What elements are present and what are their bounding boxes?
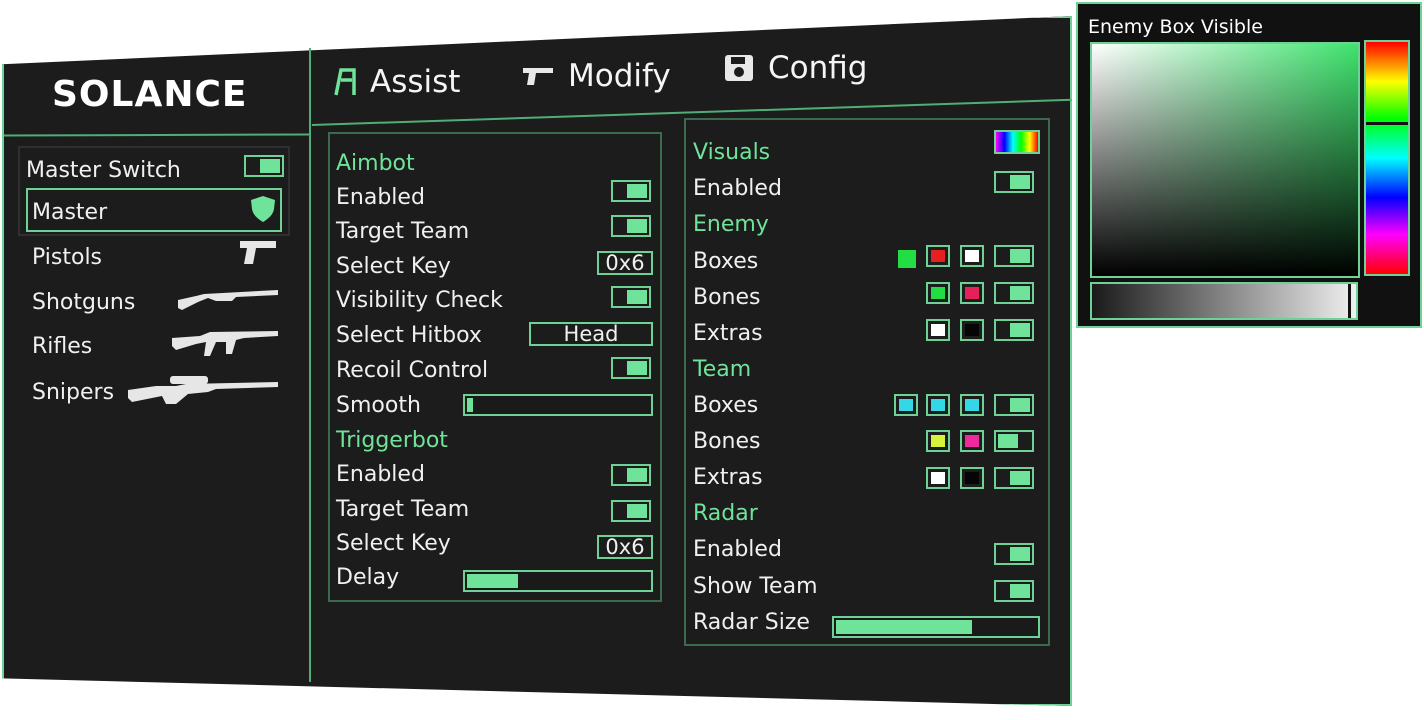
team-extras-color-1[interactable] bbox=[926, 467, 950, 489]
radar-size-label: Radar Size bbox=[693, 610, 810, 635]
tab-config-label: Config bbox=[768, 50, 868, 86]
visuals-enabled-label: Enabled bbox=[693, 176, 782, 201]
team-title: Team bbox=[693, 357, 752, 382]
radar-size-slider[interactable] bbox=[832, 616, 1040, 638]
smooth-slider-fill bbox=[467, 398, 473, 412]
shield-icon bbox=[251, 196, 275, 222]
triggerbot-select-key-input[interactable]: 0x6 bbox=[597, 535, 653, 559]
tab-modify-label: Modify bbox=[568, 58, 671, 94]
aimbot-enabled-toggle[interactable] bbox=[611, 180, 651, 202]
saturation-value-area[interactable] bbox=[1090, 42, 1360, 278]
enemy-extras-color-1[interactable] bbox=[926, 319, 950, 341]
team-boxes-color-1[interactable] bbox=[894, 394, 918, 416]
enemy-extras-toggle[interactable] bbox=[994, 319, 1034, 341]
hue-slider[interactable] bbox=[1364, 40, 1410, 276]
team-extras-color-2[interactable] bbox=[960, 467, 984, 489]
triggerbot-target-team-toggle[interactable] bbox=[611, 500, 651, 522]
radar-size-slider-fill bbox=[836, 620, 972, 634]
team-bones-color-1[interactable] bbox=[926, 430, 950, 452]
triggerbot-enabled-label: Enabled bbox=[336, 462, 425, 487]
smooth-slider[interactable] bbox=[463, 394, 653, 416]
recoil-control-label: Recoil Control bbox=[336, 358, 489, 383]
sidebar-item-rifles[interactable]: Rifles bbox=[32, 334, 92, 359]
team-boxes-color-2[interactable] bbox=[926, 394, 950, 416]
enemy-boxes-toggle[interactable] bbox=[994, 245, 1034, 267]
tab-assist[interactable]: Assist bbox=[332, 64, 460, 100]
sidebar-divider bbox=[309, 48, 311, 682]
master-switch-toggle[interactable] bbox=[244, 155, 284, 177]
aimbot-enabled-label: Enabled bbox=[336, 185, 425, 210]
triggerbot-select-key-label: Select Key bbox=[336, 531, 451, 556]
aimbot-select-key-input[interactable]: 0x6 bbox=[597, 251, 653, 275]
radar-title: Radar bbox=[693, 501, 758, 526]
visuals-enabled-toggle[interactable] bbox=[994, 171, 1034, 193]
enemy-boxes-color-2[interactable] bbox=[960, 245, 984, 267]
color-picker-title: Enemy Box Visible bbox=[1088, 16, 1263, 38]
tab-config[interactable]: Config bbox=[724, 50, 867, 86]
smooth-label: Smooth bbox=[336, 393, 421, 418]
app-logo: SOLANCE bbox=[52, 74, 248, 115]
team-bones-toggle[interactable] bbox=[994, 430, 1034, 452]
pistol-icon bbox=[523, 68, 553, 85]
aimbot-select-key-label: Select Key bbox=[336, 254, 451, 279]
triggerbot-title: Triggerbot bbox=[336, 428, 448, 453]
visibility-check-label: Visibility Check bbox=[336, 288, 503, 313]
team-boxes-toggle[interactable] bbox=[994, 394, 1034, 416]
master-switch-label: Master Switch bbox=[26, 158, 181, 183]
pistol-icon bbox=[240, 241, 276, 264]
aimbot-target-team-toggle[interactable] bbox=[611, 215, 651, 237]
color-picker-popup: Enemy Box Visible bbox=[1076, 2, 1422, 328]
save-icon bbox=[725, 55, 753, 81]
radar-enabled-label: Enabled bbox=[693, 537, 782, 562]
shotgun-icon bbox=[178, 290, 278, 310]
team-bones-color-2[interactable] bbox=[960, 430, 984, 452]
sidebar-item-snipers[interactable]: Snipers bbox=[32, 380, 114, 405]
enemy-bones-toggle[interactable] bbox=[994, 282, 1034, 304]
alpha-slider[interactable] bbox=[1090, 282, 1358, 320]
triggerbot-enabled-toggle[interactable] bbox=[611, 464, 651, 486]
rifle-icon bbox=[172, 331, 278, 356]
triggerbot-target-team-label: Target Team bbox=[336, 497, 470, 522]
sidebar-item-pistols[interactable]: Pistols bbox=[32, 245, 102, 270]
delay-slider[interactable] bbox=[463, 570, 653, 592]
alpha-slider-marker[interactable] bbox=[1348, 284, 1351, 318]
team-extras-toggle[interactable] bbox=[994, 467, 1034, 489]
sniper-icon bbox=[128, 376, 278, 404]
enemy-extras-color-2[interactable] bbox=[960, 319, 984, 341]
sidebar-item-shotguns[interactable]: Shotguns bbox=[32, 290, 135, 315]
delay-slider-fill bbox=[467, 574, 518, 588]
visuals-title: Visuals bbox=[693, 140, 771, 165]
tab-assist-label: Assist bbox=[370, 64, 461, 100]
enemy-boxes-color-dot bbox=[898, 250, 916, 268]
team-extras-label: Extras bbox=[693, 465, 763, 490]
aimbot-title: Aimbot bbox=[336, 151, 415, 176]
tab-modify[interactable]: Modify bbox=[522, 58, 671, 94]
visibility-check-toggle[interactable] bbox=[611, 286, 651, 308]
delay-label: Delay bbox=[336, 565, 400, 590]
aimbot-target-team-label: Target Team bbox=[336, 219, 470, 244]
radar-enabled-toggle[interactable] bbox=[994, 543, 1034, 565]
team-boxes-color-3[interactable] bbox=[960, 394, 984, 416]
enemy-boxes-label: Boxes bbox=[693, 249, 759, 274]
show-team-label: Show Team bbox=[693, 574, 818, 599]
show-team-toggle[interactable] bbox=[994, 580, 1034, 602]
enemy-bones-color-2[interactable] bbox=[960, 282, 984, 304]
select-hitbox-dropdown[interactable]: Head bbox=[529, 322, 653, 346]
enemy-title: Enemy bbox=[693, 212, 769, 237]
team-boxes-label: Boxes bbox=[693, 393, 759, 418]
hue-slider-marker[interactable] bbox=[1366, 122, 1408, 125]
enemy-bones-color-1[interactable] bbox=[926, 282, 950, 304]
recoil-control-toggle[interactable] bbox=[611, 357, 651, 379]
enemy-extras-label: Extras bbox=[693, 321, 763, 346]
sidebar-item-master-label: Master bbox=[32, 200, 108, 225]
enemy-boxes-color-1[interactable] bbox=[926, 245, 950, 267]
select-hitbox-label: Select Hitbox bbox=[336, 323, 482, 348]
aim-icon bbox=[334, 68, 356, 96]
visuals-color-swatch[interactable] bbox=[994, 130, 1040, 154]
enemy-bones-label: Bones bbox=[693, 285, 761, 310]
team-bones-label: Bones bbox=[693, 429, 761, 454]
